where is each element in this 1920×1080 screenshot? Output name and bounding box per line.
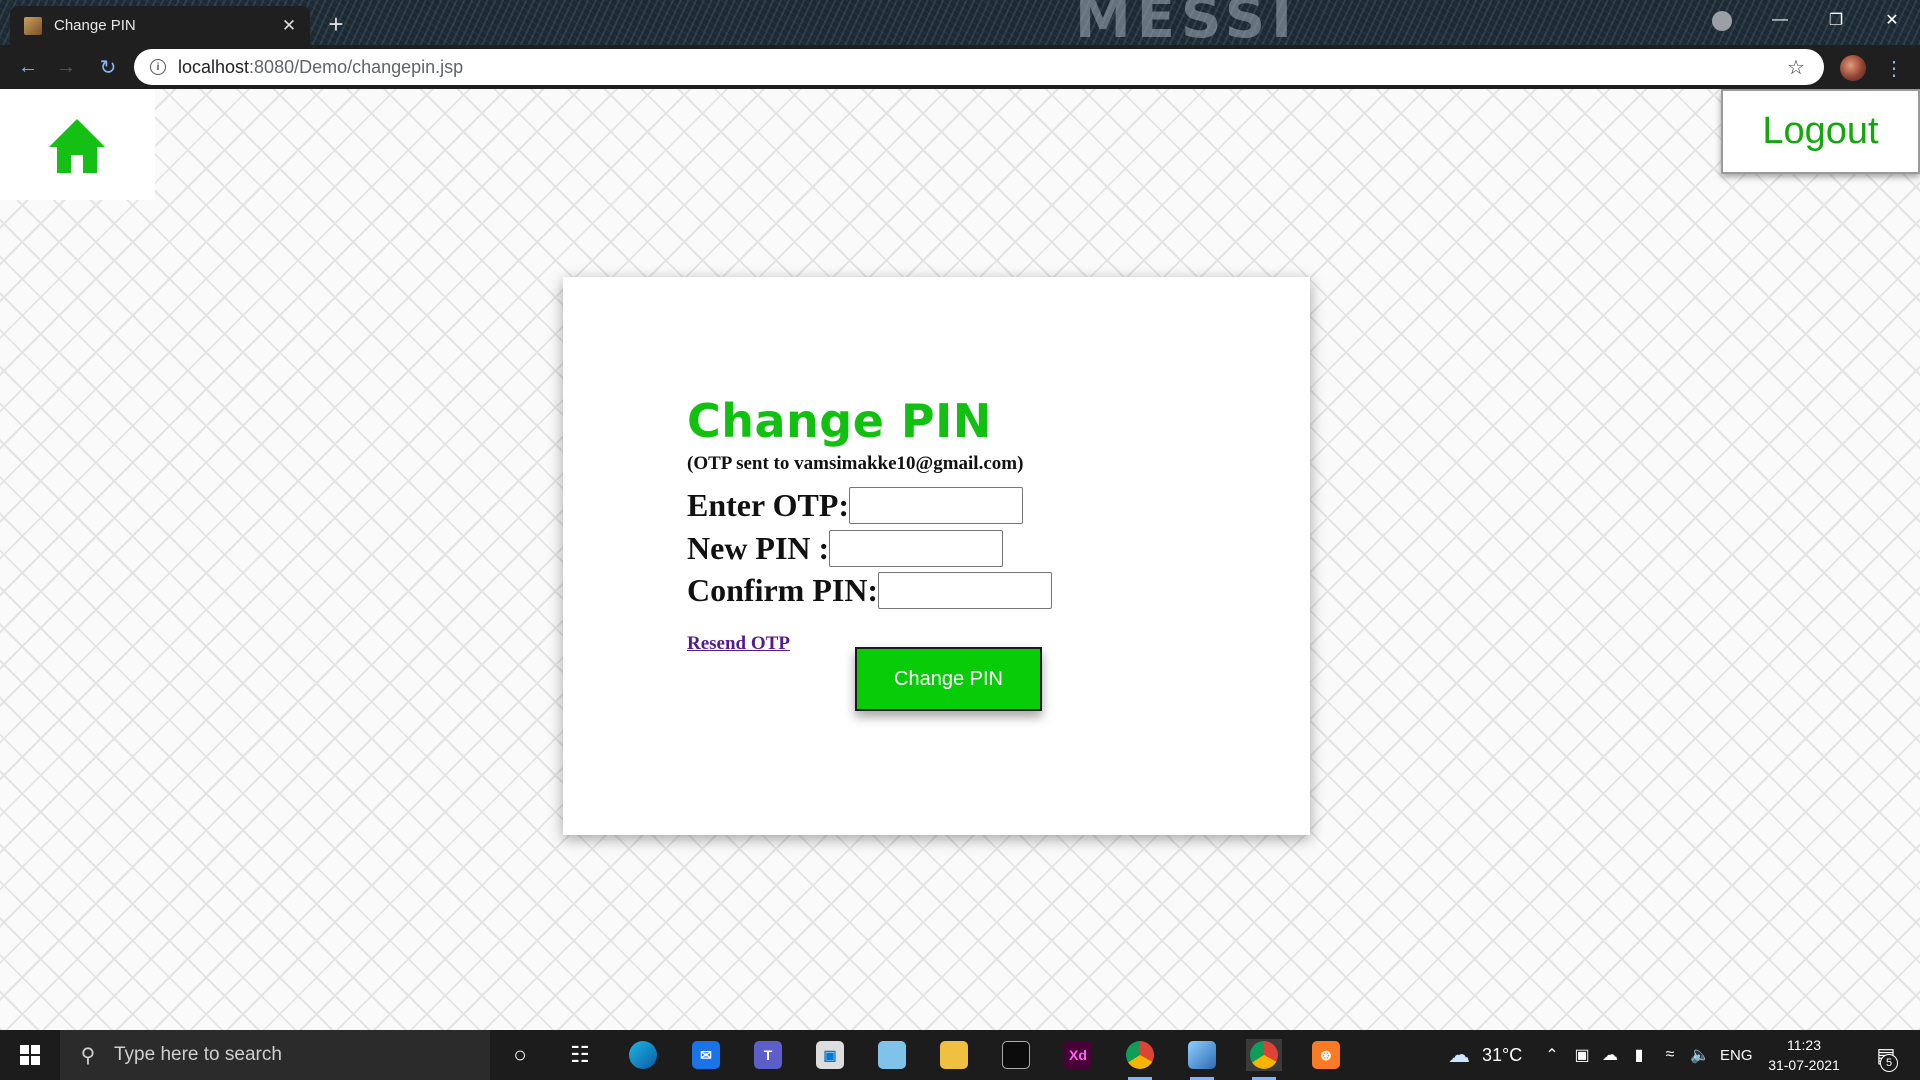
wallpaper-brand-text: MESSI: [1075, 0, 1298, 51]
url-path: :8080/Demo/changepin.jsp: [249, 56, 464, 77]
windows-taskbar: ⚲ Type here to search ○ ☷ ✉ T ▣ Xd ⊛ ☁ 3…: [0, 1030, 1920, 1080]
clock-time: 11:23: [1787, 1037, 1821, 1053]
otp-row: Enter OTP:: [687, 487, 1024, 524]
tab-title: Change PIN: [54, 17, 136, 34]
search-placeholder: Type here to search: [114, 1044, 282, 1065]
temperature[interactable]: 31°C: [1482, 1030, 1522, 1080]
change-pin-button[interactable]: Change PIN: [855, 647, 1042, 711]
profile-avatar[interactable]: [1840, 55, 1866, 81]
forward-icon[interactable]: →: [52, 53, 80, 81]
mail-icon[interactable]: ✉: [688, 1039, 724, 1071]
windows-logo-icon: [20, 1045, 40, 1065]
minimize-icon[interactable]: —: [1752, 0, 1808, 40]
onedrive-icon[interactable]: ☁: [1598, 1030, 1622, 1080]
browser-tab[interactable]: Change PIN ✕: [10, 6, 310, 45]
reload-icon[interactable]: ↻: [94, 53, 122, 81]
chrome-profile-icon[interactable]: [1246, 1039, 1282, 1080]
browser-toolbar: ← → ↻ i localhost:8080/Demo/changepin.js…: [0, 45, 1920, 89]
otp-sent-note: (OTP sent to vamsimakke10@gmail.com): [687, 453, 1024, 474]
meet-now-icon[interactable]: ▣: [1570, 1030, 1594, 1080]
terminal-icon[interactable]: [998, 1039, 1034, 1071]
home-icon[interactable]: [47, 117, 107, 175]
notification-badge: 5: [1880, 1054, 1898, 1072]
notepad-icon[interactable]: [874, 1039, 910, 1071]
confirm-pin-label: Confirm PIN:: [687, 572, 879, 608]
virtualbox-icon[interactable]: [1184, 1039, 1220, 1080]
clock[interactable]: 11:23 31-07-2021: [1764, 1030, 1844, 1080]
new-pin-input[interactable]: [829, 530, 1004, 567]
store-icon[interactable]: ▣: [812, 1039, 848, 1071]
home-link[interactable]: [0, 89, 155, 200]
address-bar[interactable]: i localhost:8080/Demo/changepin.jsp ☆: [134, 49, 1824, 85]
logout-button[interactable]: Logout: [1721, 89, 1920, 174]
change-pin-card: Change PIN (OTP sent to vamsimakke10@gma…: [563, 277, 1310, 835]
start-button[interactable]: [0, 1030, 60, 1080]
search-icon: ⚲: [80, 1044, 96, 1067]
confirm-pin-input[interactable]: [878, 572, 1053, 609]
resend-otp-link[interactable]: Resend OTP: [687, 633, 790, 655]
url-text[interactable]: localhost:8080/Demo/changepin.jsp: [178, 57, 1784, 78]
back-icon[interactable]: ←: [14, 53, 42, 81]
otp-label: Enter OTP:: [687, 487, 850, 523]
battery-icon[interactable]: ▮: [1627, 1030, 1651, 1080]
confirm-pin-row: Confirm PIN:: [687, 572, 1053, 609]
xampp-icon[interactable]: ⊛: [1308, 1039, 1344, 1071]
restore-icon[interactable]: ❐: [1808, 0, 1864, 40]
tab-close-icon[interactable]: ✕: [278, 15, 300, 37]
taskbar-search[interactable]: ⚲ Type here to search: [60, 1030, 490, 1080]
page-viewport: Logout Change PIN (OTP sent to vamsimakk…: [0, 89, 1920, 1030]
browser-title-bar: MESSI Change PIN ✕ + — ❐ ✕: [0, 0, 1920, 51]
page-title: Change PIN: [687, 394, 992, 448]
volume-icon[interactable]: 🔈: [1688, 1030, 1712, 1080]
chevron-up-icon[interactable]: ⌃: [1540, 1030, 1564, 1080]
file-explorer-icon[interactable]: [936, 1039, 972, 1071]
weather-icon[interactable]: ☁: [1444, 1030, 1474, 1080]
window-close-icon[interactable]: ✕: [1864, 0, 1920, 40]
new-pin-row: New PIN :: [687, 530, 1004, 567]
teams-icon[interactable]: T: [750, 1039, 786, 1071]
browser-menu-icon[interactable]: ⋮: [1884, 55, 1904, 81]
tab-favicon-icon: [24, 16, 42, 35]
site-info-icon[interactable]: i: [150, 59, 166, 75]
clock-date: 31-07-2021: [1768, 1057, 1840, 1073]
cortana-icon[interactable]: ○: [502, 1039, 538, 1071]
language-indicator[interactable]: ENG: [1720, 1030, 1753, 1080]
chrome-icon[interactable]: [1122, 1039, 1158, 1080]
task-view-icon[interactable]: ☷: [562, 1039, 598, 1071]
wifi-icon[interactable]: ≈: [1658, 1030, 1682, 1080]
otp-input[interactable]: [849, 487, 1024, 524]
new-tab-button[interactable]: +: [320, 8, 352, 40]
new-pin-label: New PIN :: [687, 530, 830, 566]
extension-icon[interactable]: [1712, 11, 1732, 31]
adobe-xd-icon[interactable]: Xd: [1060, 1039, 1096, 1071]
url-host: localhost: [178, 56, 250, 77]
bookmark-star-icon[interactable]: ☆: [1784, 55, 1808, 79]
edge-icon[interactable]: [625, 1039, 661, 1071]
